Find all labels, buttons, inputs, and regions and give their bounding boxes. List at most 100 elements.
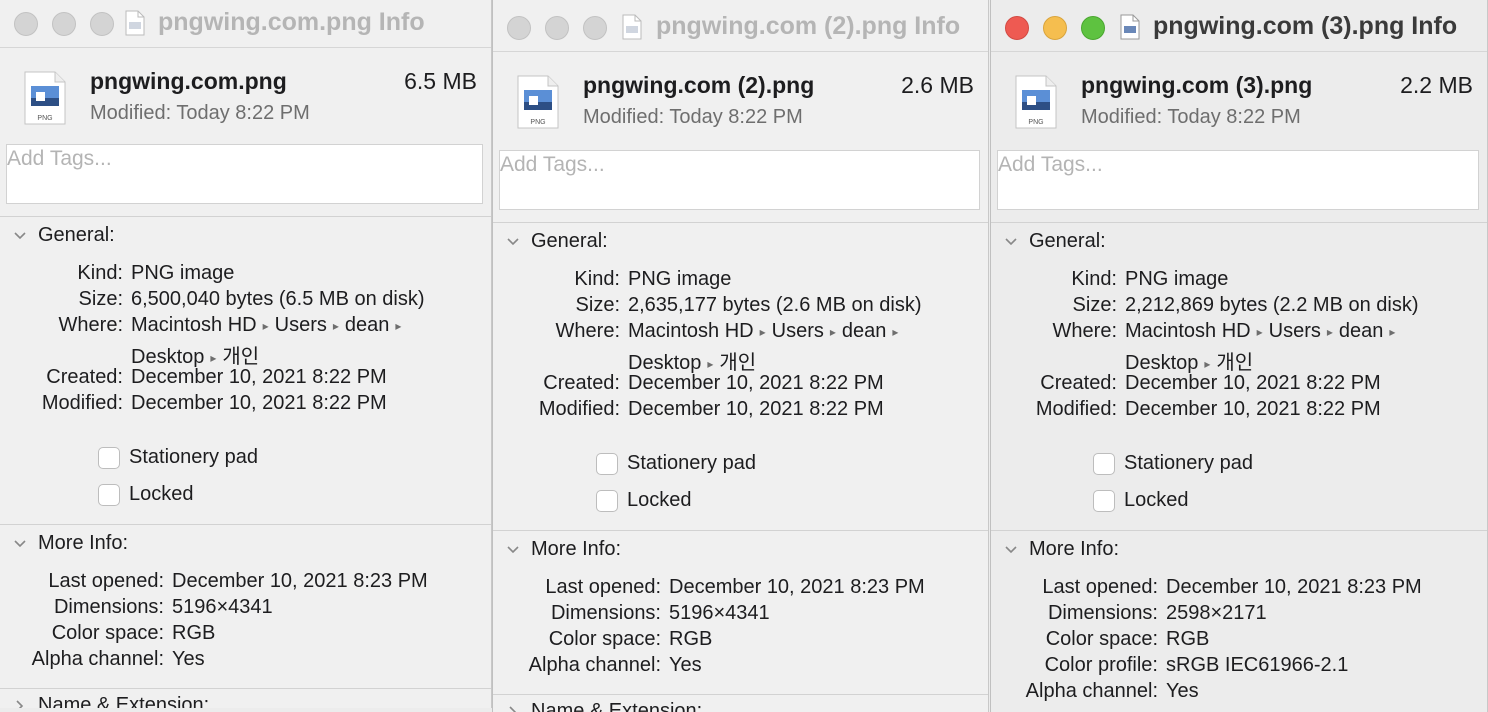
where-label: Where:	[1052, 320, 1117, 342]
png-file-icon: PNG	[517, 75, 559, 129]
file-modified-value: Today 8:22 PM	[669, 106, 803, 128]
locked-checkbox[interactable]: Locked	[596, 489, 692, 512]
size-label: Size:	[78, 288, 123, 310]
where-part: Desktop	[1125, 352, 1199, 374]
where-row: Where: Macintosh HD ▸ Users ▸ dean ▸	[493, 320, 904, 343]
where-part: Macintosh HD	[1125, 320, 1251, 342]
where-part: 개인	[1216, 352, 1254, 374]
more-info-label: Dimensions:	[53, 596, 164, 618]
general-section-toggle[interactable]: General:	[12, 224, 115, 247]
checkbox-box[interactable]	[98, 483, 120, 506]
modified-label: Modified:	[538, 398, 620, 420]
general-section-toggle[interactable]: General:	[505, 230, 608, 253]
name-extension-section-toggle[interactable]: Name & Extension:	[505, 700, 702, 712]
created-value: December 10, 2021 8:22 PM	[131, 366, 387, 388]
chevron-down-icon	[14, 539, 26, 547]
window-titlebar[interactable]: pngwing.com.png Info	[0, 0, 491, 48]
more-info-value: Yes	[172, 648, 205, 670]
minimize-button[interactable]	[545, 16, 569, 40]
kind-label: Kind:	[574, 268, 620, 290]
stationery-pad-checkbox[interactable]: Stationery pad	[98, 446, 258, 469]
more-info-label: Color space:	[1045, 628, 1158, 650]
modified-row: Modified: December 10, 2021 8:22 PM	[991, 398, 1381, 421]
path-arrow-icon: ▸	[829, 324, 836, 339]
more-info-row: Dimensions: 5196×4341	[493, 602, 770, 625]
more-info-label: Color space:	[548, 628, 661, 650]
tags-input[interactable]: Add Tags...	[499, 150, 980, 210]
path-arrow-icon: ▸	[707, 356, 714, 371]
where-label: Where:	[58, 314, 123, 336]
checkbox-box[interactable]	[596, 489, 618, 512]
divider	[0, 524, 491, 525]
document-icon	[622, 14, 642, 40]
zoom-button[interactable]	[583, 16, 607, 40]
more-info-row: Color space: RGB	[0, 622, 216, 645]
where-part: Users	[274, 314, 327, 336]
png-icon-label: PNG	[1028, 119, 1043, 126]
where-part: 개인	[222, 346, 260, 368]
zoom-button[interactable]	[90, 12, 114, 36]
general-heading: General:	[1029, 230, 1106, 252]
more-info-row: Color space: RGB	[493, 628, 713, 651]
file-header: PNG pngwing.com (2).png 2.6 MB Modified:…	[493, 52, 988, 148]
path-arrow-icon: ▸	[759, 324, 766, 339]
stationery-pad-checkbox[interactable]: Stationery pad	[596, 452, 756, 475]
more-info-value: 5196×4341	[172, 596, 273, 618]
more-info-label: Last opened:	[48, 570, 164, 592]
close-button[interactable]	[507, 16, 531, 40]
more-info-value: RGB	[1166, 628, 1210, 650]
where-part: dean	[1338, 320, 1384, 342]
where-line2: Desktop ▸ 개인	[131, 340, 259, 369]
locked-checkbox[interactable]: Locked	[1093, 489, 1189, 512]
where-part: Users	[1268, 320, 1321, 342]
minimize-button[interactable]	[1043, 16, 1067, 40]
modified-row: Modified: December 10, 2021 8:22 PM	[493, 398, 884, 421]
minimize-button[interactable]	[52, 12, 76, 36]
created-label: Created:	[1040, 372, 1117, 394]
size-label: Size:	[575, 294, 620, 316]
modified-label: Modified:	[1035, 398, 1117, 420]
window-titlebar[interactable]: pngwing.com (3).png Info	[991, 0, 1487, 52]
more-info-section-toggle[interactable]: More Info:	[1003, 538, 1119, 561]
chevron-down-icon	[1005, 545, 1017, 553]
stationery-pad-label: Stationery pad	[1124, 452, 1253, 474]
file-header: PNG pngwing.com (3).png 2.2 MB Modified:…	[991, 52, 1487, 148]
path-arrow-icon: ▸	[1256, 324, 1263, 339]
where-part: Users	[771, 320, 824, 342]
size-row: Size: 6,500,040 bytes (6.5 MB on disk)	[0, 288, 425, 311]
more-info-heading: More Info:	[1029, 538, 1120, 560]
general-section-toggle[interactable]: General:	[1003, 230, 1106, 253]
more-info-value: sRGB IEC61966-2.1	[1166, 654, 1349, 676]
more-info-value: Yes	[669, 654, 702, 676]
chevron-down-icon	[14, 231, 26, 239]
where-part: Macintosh HD	[628, 320, 754, 342]
checkbox-box[interactable]	[1093, 489, 1115, 512]
more-info-section-toggle[interactable]: More Info:	[505, 538, 621, 561]
more-info-section-toggle[interactable]: More Info:	[12, 532, 128, 555]
checkbox-box[interactable]	[1093, 452, 1115, 475]
zoom-button[interactable]	[1081, 16, 1105, 40]
checkbox-box[interactable]	[98, 446, 120, 469]
more-info-row: Alpha channel: Yes	[0, 648, 205, 671]
created-label: Created:	[46, 366, 123, 388]
name-extension-section-toggle[interactable]: Name & Extension:	[12, 694, 209, 708]
checkbox-box[interactable]	[596, 452, 618, 475]
created-label: Created:	[543, 372, 620, 394]
locked-checkbox[interactable]: Locked	[98, 483, 194, 506]
close-button[interactable]	[14, 12, 38, 36]
file-modified: Modified: Today 8:22 PM	[90, 102, 310, 125]
close-button[interactable]	[1005, 16, 1029, 40]
path-arrow-icon: ▸	[1204, 356, 1211, 371]
more-info-value: RGB	[172, 622, 216, 644]
tags-input[interactable]: Add Tags...	[6, 144, 483, 204]
stationery-pad-label: Stationery pad	[627, 452, 756, 474]
stationery-pad-checkbox[interactable]: Stationery pad	[1093, 452, 1253, 475]
kind-row: Kind: PNG image	[493, 268, 731, 291]
where-line2: Desktop ▸ 개인	[1125, 346, 1253, 375]
tags-input[interactable]: Add Tags...	[997, 150, 1479, 210]
where-part: dean	[841, 320, 887, 342]
divider	[493, 694, 988, 695]
window-titlebar[interactable]: pngwing.com (2).png Info	[493, 0, 988, 52]
png-file-icon: PNG	[1015, 75, 1057, 129]
divider	[493, 222, 988, 223]
